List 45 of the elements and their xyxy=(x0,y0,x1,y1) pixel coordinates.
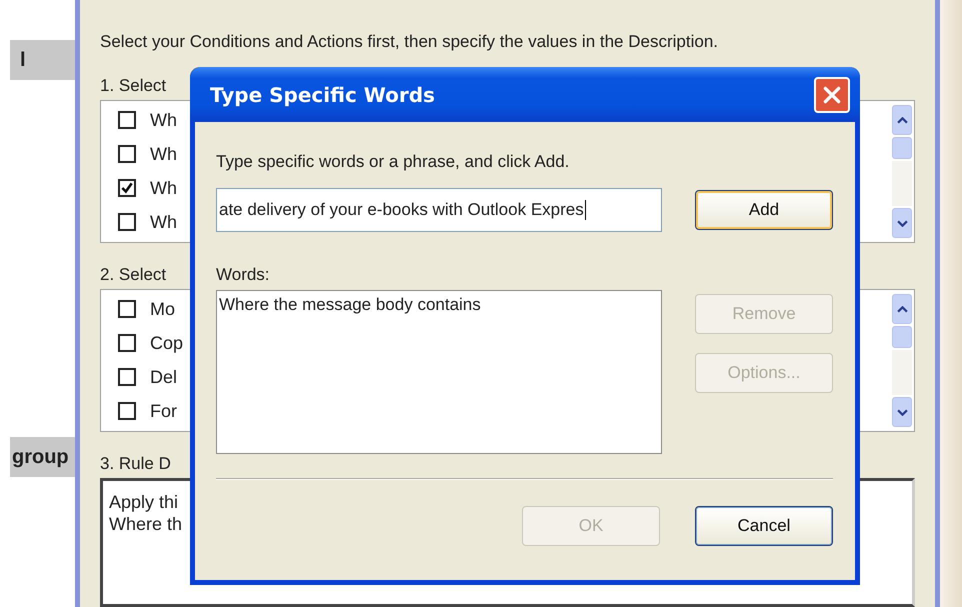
scroll-down-button[interactable] xyxy=(892,397,912,427)
scroll-down-button[interactable] xyxy=(892,208,912,238)
scrollbar[interactable] xyxy=(892,105,912,238)
chevron-up-icon xyxy=(896,116,908,124)
side-label: l xyxy=(10,40,75,80)
checkbox[interactable] xyxy=(118,145,136,163)
checkbox[interactable] xyxy=(118,300,136,318)
scroll-up-button[interactable] xyxy=(892,105,912,135)
close-button[interactable] xyxy=(814,76,850,112)
description-line: Where th xyxy=(109,513,182,535)
section-label: 2. Select xyxy=(100,264,166,286)
chevron-down-icon xyxy=(896,220,908,226)
checkbox[interactable] xyxy=(118,402,136,420)
checkbox[interactable] xyxy=(118,368,136,386)
scroll-thumb[interactable] xyxy=(892,326,912,348)
checkbox[interactable] xyxy=(118,213,136,231)
action-label: Cop xyxy=(150,332,184,354)
chevron-up-icon xyxy=(896,306,908,312)
action-label: Mo xyxy=(150,298,176,320)
side-label: group xyxy=(10,437,75,477)
instruction-text: Select your Conditions and Actions first, then specify the values in the Description. xyxy=(100,31,719,53)
scrollbar[interactable] xyxy=(892,294,912,427)
prompt-text: Type specific words or a phrase, and click Add. xyxy=(216,151,570,173)
checkbox[interactable] xyxy=(118,334,136,352)
condition-label: Wh xyxy=(150,144,177,164)
dialog-button[interactable]: Cancel xyxy=(695,506,833,546)
action-label: Del xyxy=(150,366,178,388)
chevron-down-icon xyxy=(896,408,908,416)
condition-label: Wh xyxy=(150,178,177,198)
word-item[interactable]: Where the message body contains xyxy=(219,295,481,315)
checkbox[interactable] xyxy=(118,179,136,197)
section-label: 1. Select xyxy=(100,75,166,97)
description-line: Apply thi xyxy=(109,491,178,513)
close-icon xyxy=(821,84,843,106)
words-label: Words: xyxy=(216,264,271,286)
words-input-field[interactable]: ate delivery of your e-books with Outlook Expres xyxy=(216,188,662,232)
add-button[interactable]: Add xyxy=(695,190,833,230)
section-label: 3. Rule D xyxy=(100,453,171,475)
condition-label: Wh xyxy=(150,110,177,130)
condition-label: Wh xyxy=(150,212,177,232)
scroll-up-button[interactable] xyxy=(892,294,912,324)
scroll-thumb[interactable] xyxy=(892,137,912,159)
checkbox[interactable] xyxy=(118,111,136,129)
dialog-title: Type Specific Words xyxy=(210,82,435,106)
action-label: For xyxy=(150,400,177,422)
